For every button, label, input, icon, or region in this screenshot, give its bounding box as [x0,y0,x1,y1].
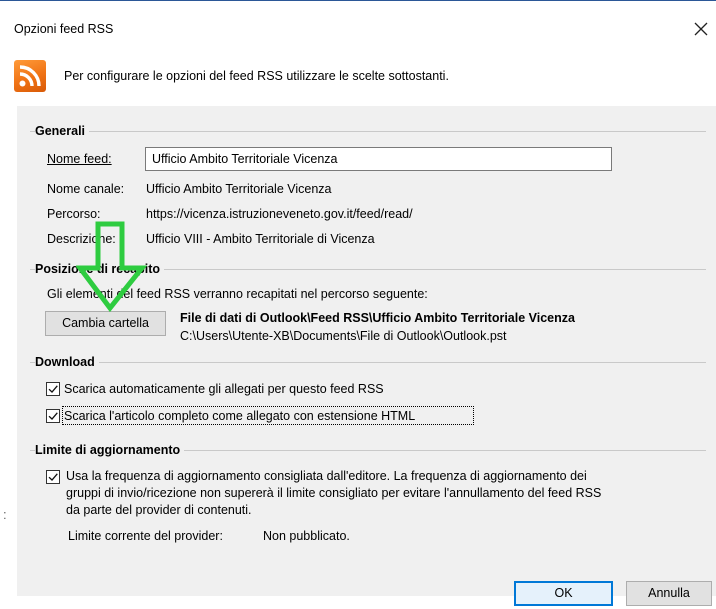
full-article-checkbox[interactable] [46,409,60,423]
nome-canale-label: Nome canale: [47,182,125,196]
close-button[interactable] [690,18,712,40]
publisher-frequency-line2: gruppi di invio/ricezione non supererà i… [66,486,602,500]
cancel-button[interactable]: Annulla [626,581,712,606]
checkmark-icon [48,385,58,393]
cambia-cartella-button[interactable]: Cambia cartella [45,311,166,336]
provider-limit-label: Limite corrente del provider: [68,529,223,543]
rss-icon [14,60,46,92]
publisher-frequency-line3: da parte del provider di contenuti. [66,503,252,517]
download-divider [30,362,706,363]
limite-legend: Limite di aggiornamento [35,443,185,457]
percorso-label: Percorso: [47,207,101,221]
nome-feed-label: Nome feed: [47,152,112,166]
ok-button[interactable]: OK [514,581,613,606]
window-top-border [0,0,716,1]
percorso-value: https://vicenza.istruzioneveneto.gov.it/… [146,207,413,221]
publisher-frequency-checkbox[interactable] [46,470,60,484]
folder-name: File di dati di Outlook\Feed RSS\Ufficio… [180,311,575,325]
attachments-checkbox[interactable] [46,382,60,396]
generali-divider [30,131,706,132]
publisher-frequency-line1[interactable]: Usa la frequenza di aggiornamento consig… [66,469,587,483]
nome-feed-input[interactable] [145,147,612,171]
folder-path: C:\Users\Utente-XB\Documents\File di Out… [180,329,507,343]
provider-limit-value: Non pubblicato. [263,529,350,543]
left-edge-mark: : [3,507,7,522]
close-icon [694,22,708,36]
full-article-label[interactable]: Scarica l'articolo completo come allegat… [64,409,415,423]
header-instruction: Per configurare le opzioni del feed RSS … [64,69,449,83]
dialog-title: Opzioni feed RSS [14,22,114,36]
descrizione-value: Ufficio VIII - Ambito Territoriale di Vi… [146,232,375,246]
checkmark-icon [48,473,58,481]
nome-canale-value: Ufficio Ambito Territoriale Vicenza [146,182,332,196]
annotation-arrow-icon [76,221,148,313]
download-legend: Download [35,355,99,369]
options-panel [17,106,716,596]
attachments-label[interactable]: Scarica automaticamente gli allegati per… [64,382,384,396]
rss-options-dialog: Opzioni feed RSS Per configurare le opzi… [0,0,716,609]
generali-legend: Generali [35,124,90,138]
checkmark-icon [48,412,58,420]
